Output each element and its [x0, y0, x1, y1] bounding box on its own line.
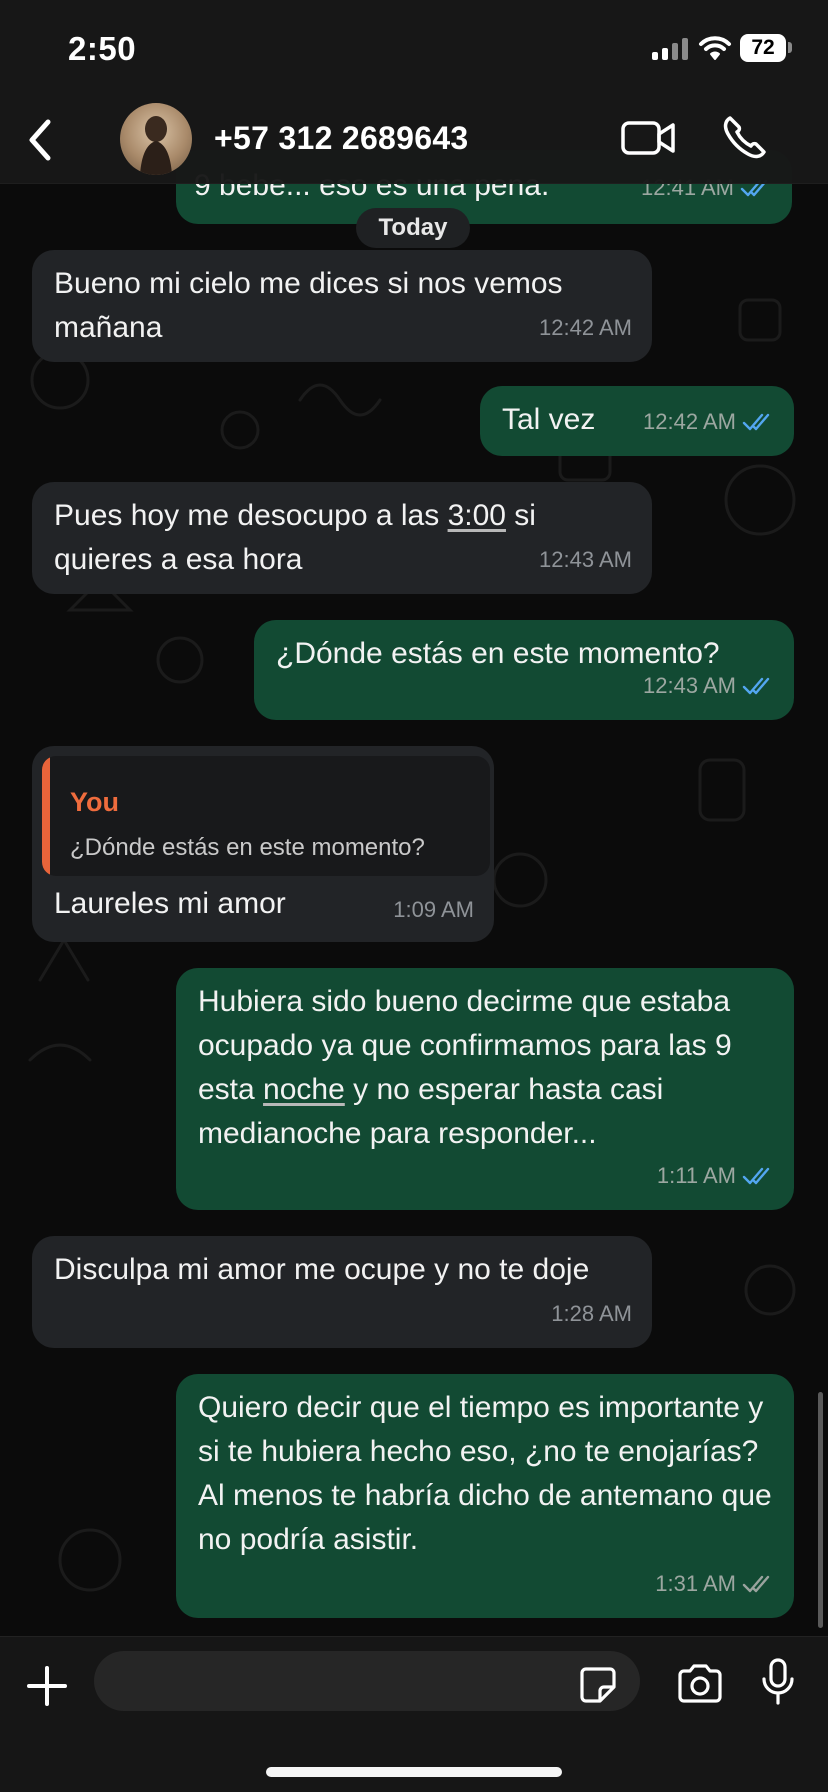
message-meta: 1:31 AM — [655, 1562, 774, 1606]
date-separator: Today — [356, 208, 470, 248]
message-input-bar — [0, 1636, 828, 1792]
home-indicator[interactable] — [266, 1767, 562, 1777]
quote-author: You — [70, 787, 119, 817]
message-time: 12:42 AM — [539, 315, 632, 340]
message-input[interactable] — [94, 1651, 640, 1711]
message-meta: 12:43 AM — [643, 664, 774, 708]
time-link[interactable]: 3:00 — [448, 499, 506, 532]
message-bubble[interactable]: Pues hoy me desocupo a las 3:00 si quier… — [32, 482, 652, 594]
message-meta: 1:28 AM — [551, 1292, 632, 1336]
microphone-icon[interactable] — [760, 1657, 796, 1707]
message-text: Hubiera sido bueno decirme que estaba oc… — [198, 980, 778, 1156]
battery-icon — [788, 42, 792, 53]
phone-icon[interactable] — [722, 114, 766, 160]
sticker-icon[interactable] — [578, 1665, 618, 1705]
message-text: Pues hoy me desocupo a las 3:00 si quier… — [54, 494, 614, 582]
message-bubble[interactable]: Disculpa mi amor me ocupe y no te doje 1… — [32, 1236, 652, 1348]
status-bar: 2:50 72 — [0, 0, 828, 100]
message-text: Disculpa mi amor me ocupe y no te doje — [54, 1253, 590, 1286]
time-link[interactable]: noche — [263, 1073, 345, 1106]
message-bubble[interactable]: Tal vez 12:42 AM — [480, 386, 794, 456]
delivered-ticks-icon — [742, 1575, 770, 1593]
message-meta: 1:11 AM — [657, 1154, 774, 1198]
read-ticks-icon — [742, 413, 770, 431]
plus-icon[interactable] — [26, 1665, 68, 1707]
message-bubble[interactable]: Quiero decir que el tiempo es importante… — [176, 1374, 794, 1618]
message-meta: 12:42 AM — [539, 306, 632, 350]
message-meta: 12:42 AM — [643, 400, 774, 444]
back-chevron-icon[interactable] — [22, 116, 58, 164]
message-bubble[interactable]: Bueno mi cielo me dices si nos vemos mañ… — [32, 250, 652, 362]
avatar[interactable] — [120, 103, 192, 175]
message-time: 12:43 AM — [539, 547, 632, 572]
message-bubble[interactable]: You ¿Dónde estás en este momento? Laurel… — [32, 746, 494, 942]
quoted-message[interactable]: You ¿Dónde estás en este momento? — [42, 756, 490, 876]
video-camera-icon[interactable] — [620, 118, 676, 158]
quote-text: ¿Dónde estás en este momento? — [70, 834, 425, 861]
message-text-part: Pues hoy me desocupo a las — [54, 499, 448, 532]
battery-level: 72 — [740, 34, 786, 62]
camera-icon[interactable] — [676, 1663, 724, 1705]
chat-area[interactable]: 9 bebe... eso es una pena. 12:41 AM Toda… — [0, 0, 828, 1636]
message-text: Laureles mi amor — [54, 887, 286, 920]
cellular-signal-icon — [652, 38, 688, 60]
message-meta: 1:09 AM — [393, 888, 474, 932]
message-time: 12:43 AM — [643, 673, 736, 698]
message-text: Bueno mi cielo me dices si nos vemos mañ… — [54, 267, 571, 344]
message-time: 1:11 AM — [656, 1163, 736, 1188]
chat-header: 2:50 72 +57 312 2689643 — [0, 0, 828, 184]
scrollbar-thumb[interactable] — [818, 1392, 823, 1628]
wifi-icon — [699, 36, 731, 60]
message-bubble[interactable]: ¿Dónde estás en este momento? 12:43 AM — [254, 620, 794, 720]
message-text: Quiero decir que el tiempo es importante… — [198, 1391, 781, 1556]
message-time: 1:31 AM — [655, 1571, 736, 1596]
message-meta: 12:43 AM — [539, 538, 632, 582]
message-time: 1:09 AM — [393, 897, 474, 922]
read-ticks-icon — [742, 677, 770, 695]
message-time: 1:28 AM — [551, 1301, 632, 1326]
read-ticks-icon — [742, 1167, 770, 1185]
avatar-image — [140, 116, 172, 175]
status-time: 2:50 — [68, 30, 137, 67]
message-bubble[interactable]: Hubiera sido bueno decirme que estaba oc… — [176, 968, 794, 1210]
message-time: 12:42 AM — [643, 409, 736, 434]
quote-accent-bar — [42, 756, 50, 876]
contact-name[interactable]: +57 312 2689643 — [214, 120, 469, 157]
